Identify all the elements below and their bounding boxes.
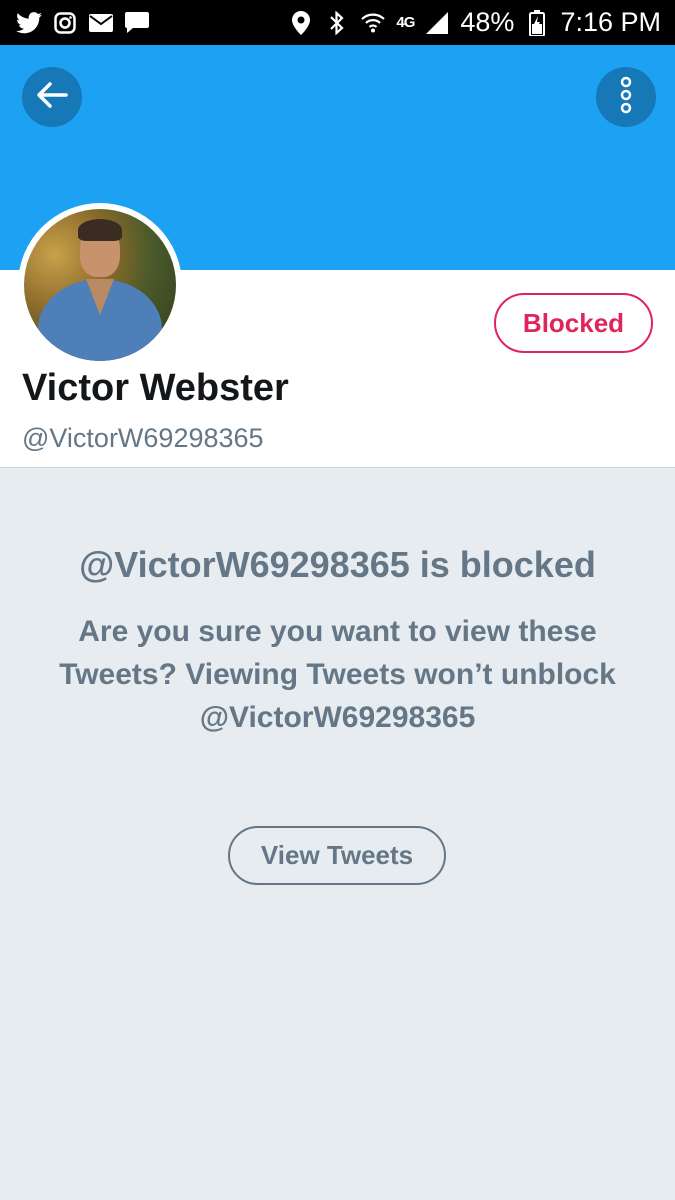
blocked-description: Are you sure you want to view these Twee… [59, 615, 616, 734]
wifi-icon [360, 10, 386, 36]
status-bar-notifications [16, 10, 150, 36]
message-icon [124, 10, 150, 36]
instagram-icon [52, 10, 78, 36]
arrow-left-icon [36, 81, 68, 113]
blocked-notice: @VictorW69298365 is blocked Are you sure… [40, 540, 635, 739]
blocked-title: @VictorW69298365 is blocked [79, 544, 596, 585]
profile-handle: @VictorW69298365 [22, 423, 264, 453]
battery-percent: 48% [460, 7, 515, 37]
profile-name: Victor Webster [22, 367, 289, 409]
status-bar-system: 4G 48% 7:16 PM [288, 7, 661, 38]
bluetooth-icon [324, 10, 350, 36]
battery-icon [524, 9, 550, 36]
more-vertical-icon [619, 76, 633, 118]
blocked-button[interactable]: Blocked [494, 293, 653, 353]
mail-icon [88, 10, 114, 36]
back-button[interactable] [22, 67, 82, 127]
avatar[interactable] [18, 203, 182, 367]
twitter-icon [16, 10, 42, 36]
avatar-photo [24, 209, 176, 361]
location-icon [288, 10, 314, 36]
clock: 7:16 PM [560, 7, 661, 37]
network-type: 4G [396, 14, 415, 31]
view-tweets-button[interactable]: View Tweets [228, 826, 446, 885]
signal-icon [424, 10, 450, 36]
status-bar: 4G 48% 7:16 PM [0, 0, 675, 45]
more-options-button[interactable] [596, 67, 656, 127]
